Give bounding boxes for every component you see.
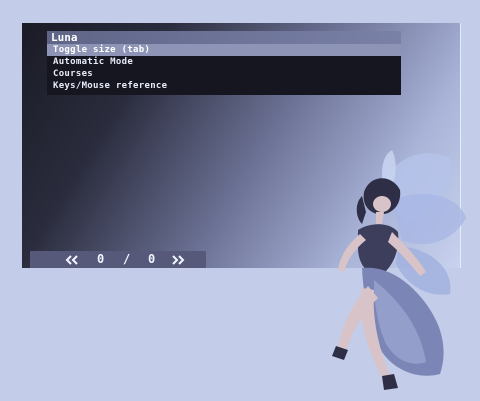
menu-bottom-padding <box>47 92 401 95</box>
double-chevron-right-icon <box>172 255 185 265</box>
menu-title: Luna <box>47 31 401 44</box>
total-page-count: 0 <box>148 252 156 266</box>
fairy-mascot-illustration <box>332 150 466 390</box>
menu-item-toggle-size[interactable]: Toggle size (tab) <box>47 44 401 56</box>
menu-item-courses[interactable]: Courses <box>47 68 401 80</box>
page-navigator: 0 / 0 <box>30 251 206 268</box>
previous-page-button[interactable] <box>64 251 80 265</box>
main-menu: Luna Toggle size (tab) Automatic Mode Co… <box>47 31 401 95</box>
page-separator: / <box>123 252 131 266</box>
menu-item-keys-mouse-reference[interactable]: Keys/Mouse reference <box>47 80 401 92</box>
menu-item-automatic-mode[interactable]: Automatic Mode <box>47 56 401 68</box>
double-chevron-left-icon <box>65 255 78 265</box>
current-page-number: 0 <box>97 252 105 266</box>
next-page-button[interactable] <box>170 251 186 265</box>
